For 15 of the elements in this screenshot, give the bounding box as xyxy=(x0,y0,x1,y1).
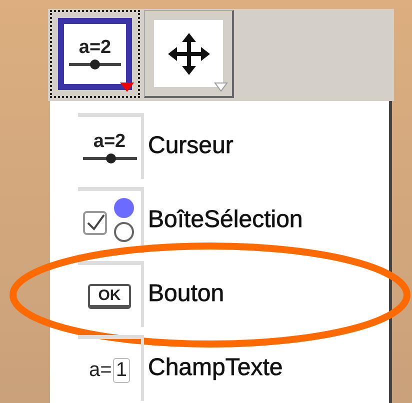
slider-tool-button[interactable]: a=2 xyxy=(50,10,140,98)
button-icon: OK xyxy=(88,284,131,308)
slider-icon xyxy=(67,58,123,70)
icon-text: a= xyxy=(89,358,112,382)
menu-item[interactable]: Curseur xyxy=(148,132,234,160)
icon-text: a=2 xyxy=(93,132,126,152)
icon-text: a=2 xyxy=(78,38,112,58)
caret-icon xyxy=(120,82,134,92)
menu-item[interactable]: BoîteSélection xyxy=(148,206,303,234)
move-tool-button[interactable] xyxy=(144,10,234,98)
slider-icon xyxy=(80,152,138,164)
caret-icon xyxy=(214,82,228,92)
menu-item[interactable]: Bouton xyxy=(148,280,224,308)
text-field-icon: 1 xyxy=(112,358,130,382)
menu-item[interactable]: ChampTexte xyxy=(148,354,283,382)
